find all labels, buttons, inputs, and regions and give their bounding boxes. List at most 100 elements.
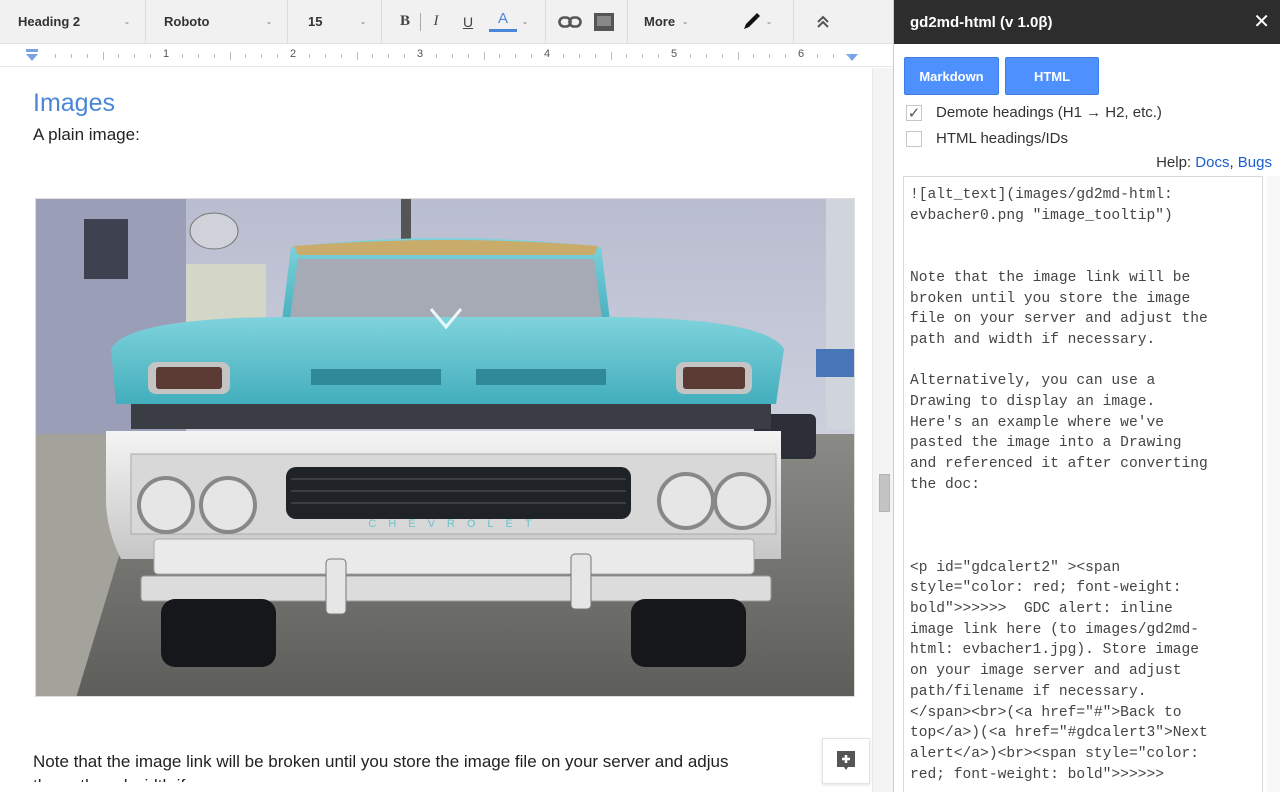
underline-button[interactable]: U [455,0,481,44]
bold-button[interactable]: B [392,0,418,44]
hide-menus-button[interactable] [810,0,836,44]
ruler-number: 1 [162,48,170,60]
text-color-button[interactable]: A [485,0,521,44]
more-button[interactable]: More - [640,0,691,44]
demote-headings-checkbox[interactable]: ✓ Demote headings (H1 → H2, etc.) [906,104,1162,122]
text-color-icon: A [497,9,508,27]
help-label: Help: [1156,154,1192,171]
font-family-value: Roboto [164,14,210,29]
ruler-tick [642,54,644,58]
ruler-tick [737,52,739,60]
ruler-tick [626,54,628,58]
ruler-number: 2 [289,48,297,60]
paragraph-style-value: Heading 2 [18,14,81,29]
underline-icon: U [462,13,474,30]
ruler-number: 3 [416,48,424,60]
chevron-down-icon: - [523,14,527,29]
add-comment-button[interactable] [822,738,870,784]
ruler-tick [689,54,691,58]
checkbox-checked-icon[interactable]: ✓ [906,104,922,122]
paragraph-plain-image: A plain image: [33,125,140,144]
ruler-tick [578,54,580,58]
ruler-tick [483,52,485,60]
editor-scrollbar[interactable] [872,68,893,792]
bugs-link[interactable]: Bugs [1238,154,1272,171]
close-icon[interactable]: ✕ [1253,12,1270,32]
editor-scrollbar-thumb[interactable] [879,474,890,512]
insert-comment-button[interactable] [590,0,618,44]
ruler-tick [277,54,279,58]
text-color-swatch [489,28,517,32]
ruler-tick [308,54,310,58]
truck-photo[interactable]: CHEVROLET [35,198,855,697]
font-size-select[interactable]: 15 - [288,0,381,44]
ruler-number: 5 [670,48,678,60]
ruler-tick [245,54,247,58]
ruler-tick [531,54,533,58]
ruler-tick [610,52,612,60]
insert-link-button[interactable] [554,0,586,44]
conversion-output-textarea[interactable]: ![alt_text](images/gd2md-html: evbacher0… [903,176,1263,792]
ruler-tick [118,54,120,58]
italic-button[interactable]: I [423,0,449,44]
ruler-tick [70,54,72,58]
first-line-indent-handle[interactable] [26,49,38,52]
ruler-tick [658,54,660,58]
docs-link[interactable]: Docs [1195,154,1229,171]
ruler-tick [721,54,723,58]
html-button[interactable]: HTML [1005,57,1099,95]
ruler-tick [213,54,215,58]
checkbox-unchecked-icon[interactable] [906,130,922,147]
left-indent-handle[interactable] [26,54,38,61]
ruler-number: 6 [797,48,805,60]
ruler[interactable]: 1 2 3 4 5 6 [0,45,893,67]
chevron-down-icon: - [767,14,771,29]
ruler-tick [816,54,818,58]
convert-buttons: Markdown HTML [904,57,1099,95]
ruler-tick [372,54,374,58]
ruler-tick [181,54,183,58]
font-size-value: 15 [308,14,323,29]
formatting-toolbar: Heading 2 - Roboto - 15 - B I U A - More… [0,0,893,44]
font-family-select[interactable]: Roboto - [146,0,287,44]
ruler-tick [467,54,469,58]
document-editor: Heading 2 - Roboto - 15 - B I U A - More… [0,0,893,792]
truck-illustration: CHEVROLET [36,199,854,696]
ruler-tick [229,52,231,60]
ruler-tick [388,54,390,58]
ruler-tick [150,54,152,58]
ruler-tick [515,54,517,58]
comment-icon [594,12,614,31]
paragraph-style-select[interactable]: Heading 2 - [0,0,145,44]
ruler-tick [404,54,406,58]
link-icon [558,15,582,28]
help-links: Help: Docs, Bugs [1156,154,1272,171]
ruler-tick [832,54,834,58]
ruler-tick [324,54,326,58]
sidebar-scrollbar[interactable] [1267,176,1280,792]
document-page[interactable]: Images A plain image: CHEVROLET Note tha… [0,68,872,792]
ruler-tick [261,54,263,58]
ruler-tick [562,54,564,58]
chevron-down-icon: - [683,14,688,29]
ruler-tick [785,54,787,58]
help-separator: , [1229,154,1234,171]
ruler-tick [848,54,850,58]
ruler-tick [54,54,56,58]
editing-mode-button[interactable]: - [737,0,775,44]
toolbar-divider [420,12,421,31]
paragraph-note-continued: the path and width if necessary. [33,776,271,792]
ruler-tick [769,54,771,58]
markdown-button[interactable]: Markdown [904,57,999,95]
sidebar-title: gd2md-html (v 1.0β) [910,13,1053,31]
html-headings-checkbox[interactable]: HTML headings/IDs [906,130,1068,147]
chevron-down-icon: - [361,14,365,29]
ruler-tick [451,54,453,58]
ruler-tick [340,54,342,58]
ruler-tick [594,54,596,58]
html-headings-label: HTML headings/IDs [936,130,1068,147]
heading-images: Images [33,89,115,117]
pencil-icon [744,12,760,29]
bold-icon: B [399,13,410,29]
gd2md-sidebar: gd2md-html (v 1.0β) ✕ Markdown HTML ✓ De… [893,0,1280,792]
